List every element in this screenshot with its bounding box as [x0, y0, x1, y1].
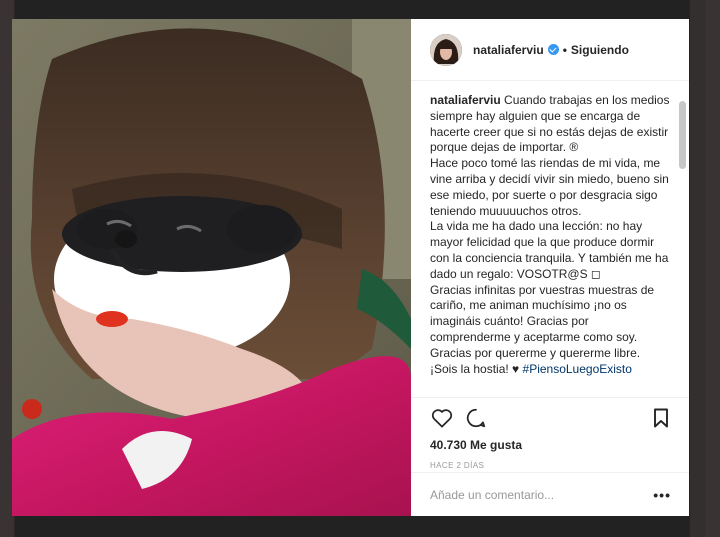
bookmark-icon[interactable] [649, 406, 673, 430]
photo-illustration [12, 19, 411, 516]
hashtag-link[interactable]: #PiensoLuegoExisto [523, 362, 632, 376]
caption-scroll-area[interactable]: nataliaferviu Cuando trabajas en los med… [411, 81, 689, 397]
comment-input[interactable] [430, 487, 654, 502]
caption-paragraph: La vida me ha dado una lección: no hay m… [430, 219, 669, 281]
feed-tile [0, 0, 12, 537]
caption-paragraph: ¡Sois la hostia! ♥ #PiensoLuegoExisto [430, 362, 671, 378]
caption: nataliaferviu Cuando trabajas en los med… [411, 81, 689, 377]
caption-username[interactable]: nataliaferviu [430, 93, 501, 107]
more-options-icon[interactable]: ••• [653, 487, 671, 503]
caption-paragraph: Hace poco tomé las riendas de mi vida, m… [430, 156, 669, 218]
header-username[interactable]: nataliaferviu [473, 43, 544, 57]
caption-text: ¡Sois la hostia! ♥ [430, 361, 520, 376]
comment-box: ••• [411, 472, 689, 516]
avatar-image [430, 33, 462, 66]
caption-paragraph: Gracias infinitas por vuestras muestras … [430, 282, 655, 360]
caption-paragraph: nataliaferviu Cuando trabajas en los med… [430, 93, 671, 156]
post-photo[interactable] [12, 19, 411, 516]
post-modal: nataliaferviu • Siguiendo nataliaferviu … [12, 19, 689, 516]
feed-tile [690, 0, 720, 537]
post-panel: nataliaferviu • Siguiendo nataliaferviu … [411, 19, 689, 516]
comment-icon[interactable] [464, 406, 488, 430]
following-button[interactable]: Siguiendo [571, 43, 629, 57]
header-separator: • [562, 42, 567, 57]
post-timestamp[interactable]: HACE 2 DÍAS [430, 461, 673, 470]
post-actions: 40.730 Me gusta HACE 2 DÍAS [411, 397, 689, 470]
likes-count[interactable]: 40.730 Me gusta [430, 438, 673, 452]
caption-scrollbar[interactable] [679, 101, 686, 169]
verified-badge-icon [547, 44, 559, 55]
avatar[interactable] [430, 33, 462, 66]
heart-icon[interactable] [430, 406, 454, 430]
post-header: nataliaferviu • Siguiendo [411, 19, 689, 81]
